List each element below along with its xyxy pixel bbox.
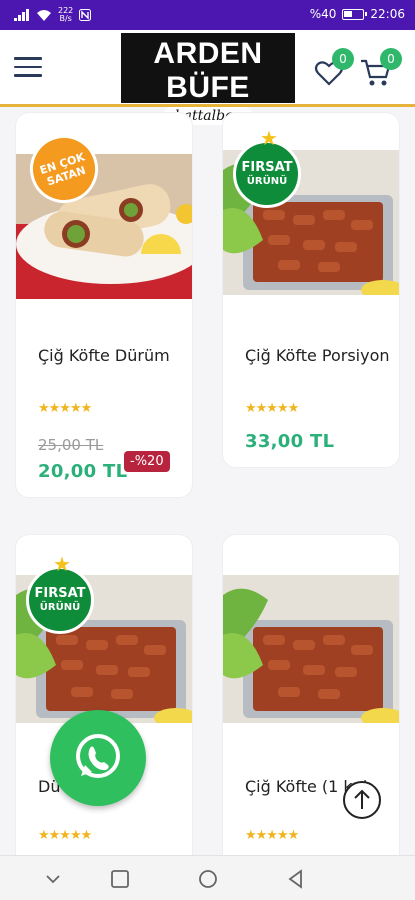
signal-icon — [14, 9, 29, 21]
whatsapp-button[interactable] — [50, 710, 146, 806]
opportunity-sticker: ★ FIRSAT ÜRÜNÜ — [233, 128, 301, 208]
product-card-cig-kofte-porsiyon[interactable]: ★ FIRSAT ÜRÜNÜ Çiğ Köfte Porsiyon ★★★★★ … — [222, 112, 400, 468]
product-image[interactable] — [223, 575, 399, 723]
menu-icon[interactable] — [14, 57, 42, 79]
network-speed: 222 B/s — [58, 7, 73, 23]
old-price: 25,00 TL — [38, 436, 104, 454]
whatsapp-icon — [76, 734, 120, 778]
opportunity-sticker: ★ FIRSAT ÜRÜNÜ — [26, 554, 94, 634]
sticker-line-1: FIRSAT — [241, 160, 293, 175]
status-left: 222 B/s — [14, 7, 92, 23]
system-nav-bar — [0, 855, 415, 900]
favorites-button[interactable]: 0 — [314, 48, 354, 88]
rating-stars: ★★★★★ — [38, 828, 92, 843]
cart-button[interactable]: 0 — [360, 48, 404, 88]
sticker-line-2: ÜRÜNÜ — [246, 176, 288, 187]
product-card-durum-kofte[interactable]: ★ FIRSAT ÜRÜNÜ Dü Köfte... ★★★★★ — [15, 534, 193, 855]
logo-title: ARDEN BÜFE — [153, 37, 263, 104]
product-title[interactable]: Çiğ Köfte Porsiyon — [245, 344, 395, 367]
nfc-icon — [79, 9, 92, 21]
store-logo[interactable]: ARDEN BÜFE battalbey — [121, 33, 295, 125]
rating-stars: ★★★★★ — [38, 401, 92, 416]
favorites-count-badge: 0 — [332, 48, 354, 70]
kofte-tray-image — [223, 575, 399, 723]
sticker-line-2: ÜRÜNÜ — [39, 602, 81, 613]
triangle-back-icon[interactable] — [285, 868, 307, 890]
star-icon: ★ — [53, 552, 71, 576]
arrow-up-icon — [354, 789, 370, 809]
circle-icon[interactable] — [197, 868, 219, 890]
current-price: 20,00 TL — [38, 461, 128, 482]
status-bar: 222 B/s %40 22:06 — [0, 0, 415, 30]
sticker-line-1: FIRSAT — [34, 586, 86, 601]
app-header: ARDEN BÜFE battalbey 0 0 — [0, 30, 415, 125]
battery-percent: %40 — [309, 7, 337, 21]
square-icon[interactable] — [109, 868, 131, 890]
wifi-icon — [37, 10, 51, 21]
star-icon: ★ — [260, 126, 278, 150]
speed-unit: B/s — [59, 14, 72, 23]
rating-stars: ★★★★★ — [245, 828, 299, 843]
product-card-cig-kofte-durum[interactable]: EN ÇOK SATAN Çiğ Köfte Dürüm ★★★★★ 25,00… — [15, 112, 193, 498]
discount-badge: -%20 — [124, 451, 170, 472]
scroll-top-button[interactable] — [343, 781, 381, 819]
status-right: %40 22:06 — [310, 7, 405, 21]
product-title[interactable]: Çiğ Köfte Dürüm — [38, 344, 188, 367]
rating-stars: ★★★★★ — [245, 401, 299, 416]
current-price: 33,00 TL — [245, 431, 335, 452]
cart-count-badge: 0 — [380, 48, 402, 70]
battery-icon — [342, 8, 368, 20]
clock: 22:06 — [370, 7, 405, 21]
chevron-down-icon[interactable] — [42, 868, 64, 890]
